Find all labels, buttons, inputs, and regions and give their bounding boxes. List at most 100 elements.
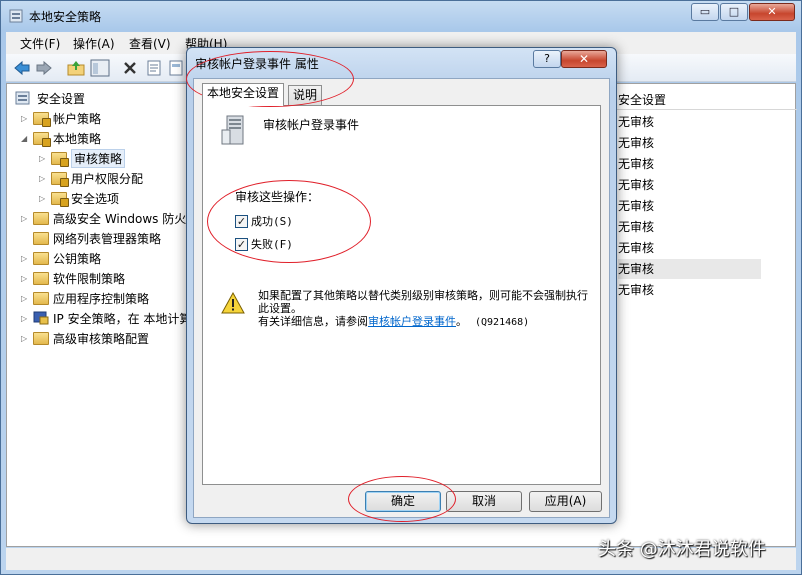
server-policy-icon (221, 114, 247, 148)
tree-item-user-rights[interactable]: ▷ 用户权限分配 (39, 168, 143, 188)
apply-button[interactable]: 应用(A) (529, 491, 602, 512)
list-item[interactable]: 无审核 (618, 217, 761, 237)
expand-arrow-icon[interactable]: ▷ (21, 114, 33, 123)
warning-suffix: 。 (456, 315, 467, 328)
navigation-tree: 安全设置 ▷ 帐户策略 ◢ 本地策略 ▷ 审核策略 ▷ 用户权限分配 ▷ 安全选项 ▷ 高级… (7, 84, 193, 546)
tree-item-security-options[interactable]: ▷ 安全选项 (39, 188, 119, 208)
tree-item-account-policies[interactable]: ▷ 帐户策略 (21, 108, 101, 128)
folder-icon (33, 231, 49, 245)
tree-label: 公钥策略 (53, 251, 102, 266)
delete-icon[interactable] (120, 58, 140, 78)
dialog-close-button[interactable]: ✕ (561, 50, 607, 68)
tree-item-public-key[interactable]: ▷ 公钥策略 (21, 248, 101, 268)
list-item[interactable]: 无审核 (618, 112, 761, 132)
expand-arrow-icon[interactable]: ▷ (21, 274, 33, 283)
tab-local-security-setting[interactable]: 本地安全设置 (202, 83, 285, 106)
tree-label: 软件限制策略 (53, 271, 126, 286)
dialog-title: 审核帐户登录事件 属性 (195, 57, 319, 71)
failure-label: 失败(F) (251, 238, 293, 251)
audit-logon-events-link[interactable]: 审核帐户登录事件 (368, 315, 456, 328)
tree-item-network-list[interactable]: 网络列表管理器策略 (33, 228, 161, 248)
tree-item-app-control[interactable]: ▷ 应用程序控制策略 (21, 288, 149, 308)
security-policy-icon (9, 9, 23, 23)
tree-item-audit-policy[interactable]: ▷ 审核策略 (39, 148, 126, 168)
warning-line-2: 有关详细信息，请参阅审核帐户登录事件。 (Q921468) (258, 315, 588, 329)
list-item[interactable]: 无审核 (618, 280, 761, 300)
tree-item-software-restriction[interactable]: ▷ 软件限制策略 (21, 268, 125, 288)
menu-action[interactable]: 操作(A) (73, 35, 115, 52)
success-checkbox[interactable]: ✓ (235, 214, 248, 228)
menu-view[interactable]: 查看(V) (129, 35, 171, 52)
warning-message: 如果配置了其他策略以替代类别级别审核策略，则可能不会强制执行此设置。 有关详细信… (258, 289, 588, 329)
list-item[interactable]: 无审核 (618, 238, 761, 258)
watermark-text: 头条 @沐沐君说软件 (598, 539, 766, 560)
policy-name: 审核帐户登录事件 (263, 118, 360, 132)
security-settings-icon (15, 91, 31, 105)
warning-icon (221, 291, 245, 317)
tab-explain[interactable]: 说明 (288, 85, 323, 106)
help-button[interactable]: ? (533, 50, 561, 68)
tree-item-security-settings[interactable]: 安全设置 (15, 88, 85, 108)
column-header-security-setting[interactable]: 安全设置 (616, 90, 797, 110)
folder-icon (33, 211, 49, 225)
policy-folder-icon (33, 111, 51, 127)
up-folder-icon[interactable] (66, 58, 86, 78)
tree-label: 高级安全 Windows 防火 (53, 211, 187, 226)
tree-label: 用户权限分配 (71, 171, 144, 186)
tree-label: 本地策略 (53, 131, 102, 146)
tree-item-firewall[interactable]: ▷ 高级安全 Windows 防火 (21, 208, 186, 228)
main-title-bar[interactable]: 本地安全策略 ▭ □ ✕ (1, 1, 801, 31)
success-checkbox-row[interactable]: ✓ 成功(S) (235, 213, 293, 229)
audit-operations-label: 审核这些操作： (235, 190, 320, 204)
tree-label: 应用程序控制策略 (53, 291, 150, 306)
export-list-icon[interactable] (166, 58, 186, 78)
kb-reference: (Q921468) (475, 317, 530, 328)
ip-security-icon (33, 311, 49, 325)
expand-arrow-icon[interactable]: ▷ (21, 314, 33, 323)
expand-arrow-icon[interactable]: ▷ (21, 294, 33, 303)
folder-icon (33, 271, 49, 285)
list-item[interactable]: 无审核 (618, 154, 761, 174)
cancel-button[interactable]: 取消 (446, 491, 522, 512)
menu-file[interactable]: 文件(F) (20, 35, 60, 52)
close-button[interactable]: ✕ (749, 3, 795, 21)
tree-label: 网络列表管理器策略 (53, 231, 162, 246)
list-item[interactable]: 无审核 (618, 133, 761, 153)
success-label: 成功(S) (251, 215, 293, 228)
policy-folder-icon (51, 151, 69, 167)
failure-checkbox-row[interactable]: ✓ 失败(F) (235, 236, 293, 252)
expand-arrow-icon[interactable]: ▷ (21, 254, 33, 263)
tree-item-ip-security[interactable]: ▷ IP 安全策略，在 本地计算 (21, 308, 191, 328)
tree-label: 审核策略 (71, 148, 126, 168)
minimize-button[interactable]: ▭ (691, 3, 719, 21)
list-item[interactable]: 无审核 (618, 196, 761, 216)
folder-icon (33, 291, 49, 305)
properties-dialog: 审核帐户登录事件 属性 ? ✕ 本地安全设置 说明 审核帐户登录事件 审核这些操… (186, 47, 617, 524)
back-arrow-icon[interactable] (12, 58, 32, 78)
expand-arrow-icon[interactable]: ▷ (39, 194, 51, 203)
collapse-arrow-icon[interactable]: ◢ (21, 134, 33, 143)
expand-arrow-icon[interactable]: ▷ (39, 174, 51, 183)
maximize-button[interactable]: □ (720, 3, 748, 21)
expand-arrow-icon[interactable]: ▷ (21, 214, 33, 223)
policy-folder-icon (51, 171, 69, 187)
list-item[interactable]: 无审核 (618, 259, 761, 279)
properties-icon[interactable] (144, 58, 164, 78)
tree-label: 安全设置 (37, 91, 86, 106)
list-item[interactable]: 无审核 (618, 175, 761, 195)
tree-item-advanced-audit[interactable]: ▷ 高级审核策略配置 (21, 328, 149, 348)
main-window-title: 本地安全策略 (29, 10, 102, 24)
tab-panel: 审核帐户登录事件 审核这些操作： ✓ 成功(S) ✓ 失败(F) 如果配置了其他… (202, 105, 601, 485)
expand-arrow-icon[interactable]: ▷ (21, 334, 33, 343)
policy-folder-icon (51, 191, 69, 207)
show-hide-tree-icon[interactable] (90, 58, 110, 78)
tree-label: 帐户策略 (53, 111, 102, 126)
tree-item-local-policies[interactable]: ◢ 本地策略 (21, 128, 101, 148)
warning-line-1: 如果配置了其他策略以替代类别级别审核策略，则可能不会强制执行此设置。 (258, 289, 588, 315)
tree-label: 安全选项 (71, 191, 120, 206)
failure-checkbox[interactable]: ✓ (235, 237, 248, 251)
expand-arrow-icon[interactable]: ▷ (39, 154, 51, 163)
forward-arrow-icon[interactable] (34, 58, 54, 78)
warning-prefix: 有关详细信息，请参阅 (258, 315, 368, 328)
ok-button[interactable]: 确定 (365, 491, 441, 512)
